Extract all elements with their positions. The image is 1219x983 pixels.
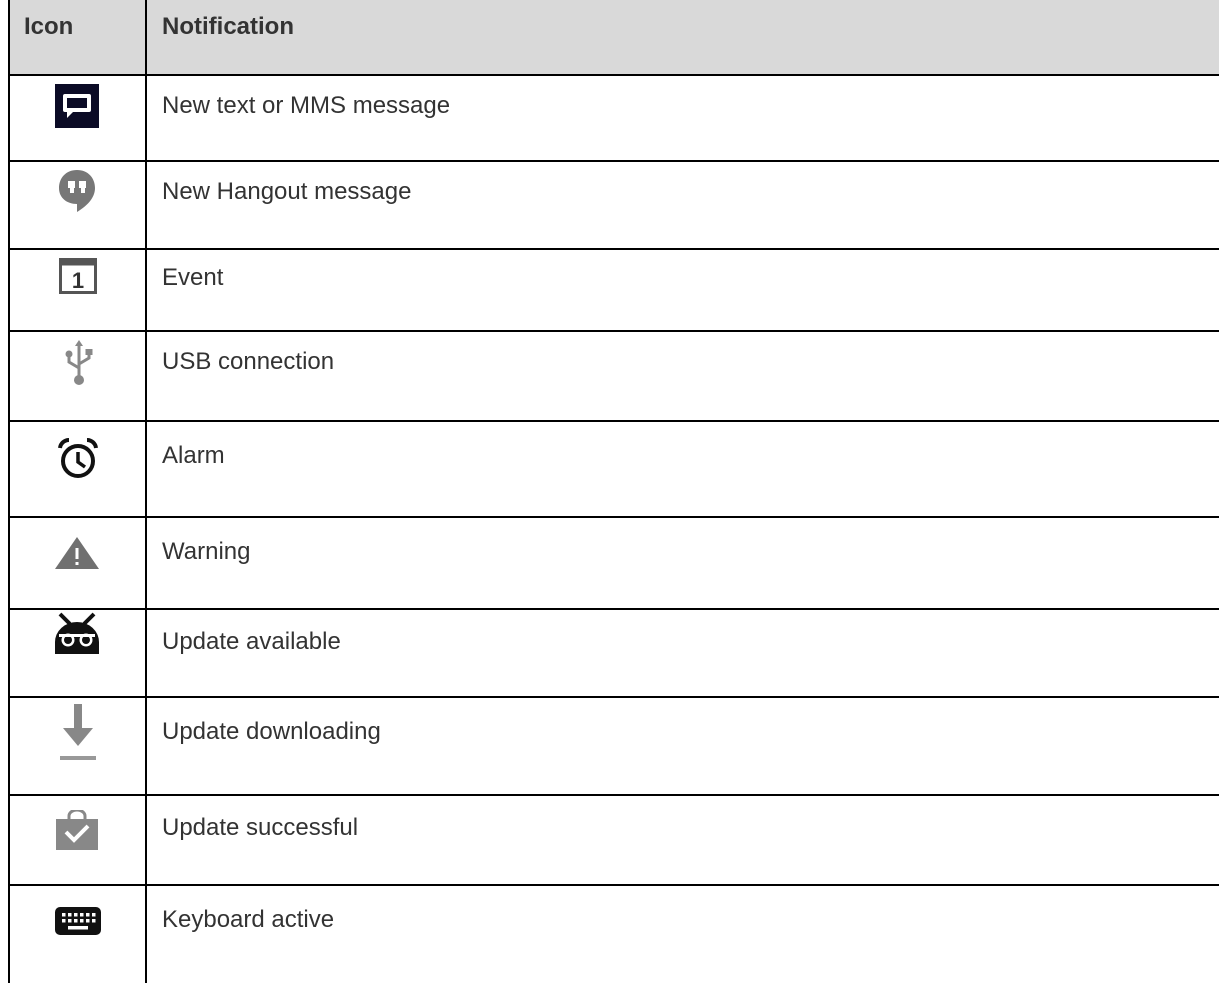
notification-label: USB connection: [162, 348, 335, 375]
icon-cell: [10, 332, 145, 420]
android-update-icon: [55, 612, 99, 654]
icon-cell: [10, 796, 145, 884]
notification-label: Warning: [162, 538, 251, 565]
table-row: New Hangout message: [10, 162, 1219, 250]
usb-icon: [65, 340, 93, 385]
notification-label: Alarm: [162, 442, 225, 469]
notification-icons-table: Icon Notification New text or MMS messag…: [8, 0, 1219, 983]
hangouts-icon: [59, 170, 95, 212]
notification-label: New text or MMS message: [162, 92, 451, 119]
icon-column-header: Icon: [24, 13, 74, 40]
icon-cell: [10, 698, 145, 794]
column-divider: [145, 0, 147, 983]
download-icon: [60, 704, 96, 760]
notification-label: Update successful: [162, 814, 359, 841]
calendar-digit: 1: [72, 268, 84, 293]
table-row: Update successful: [10, 796, 1219, 886]
alarm-clock-icon: [58, 438, 98, 478]
notification-label: Event: [162, 264, 224, 291]
table-row: Alarm: [10, 422, 1219, 518]
notification-label: Keyboard active: [162, 906, 335, 933]
notification-label: Update downloading: [162, 718, 381, 745]
table-header-row: Icon Notification: [10, 0, 1219, 76]
update-success-icon: [56, 810, 98, 850]
icon-cell: [10, 422, 145, 516]
table-row: Update downloading: [10, 698, 1219, 796]
table-row: 1 Event: [10, 250, 1219, 332]
notification-label: Update available: [162, 628, 341, 655]
calendar-icon: 1: [59, 258, 97, 294]
keyboard-icon: [55, 907, 101, 935]
warning-icon: [55, 537, 99, 569]
icon-cell: [10, 518, 145, 608]
icon-cell: [10, 610, 145, 696]
icon-cell: [10, 76, 145, 160]
notification-column-header: Notification: [162, 13, 294, 40]
table-row: Update available: [10, 610, 1219, 698]
icon-cell: [10, 886, 145, 983]
message-icon: [55, 84, 99, 128]
icon-cell: [10, 162, 145, 248]
table-row: Warning: [10, 518, 1219, 610]
icon-cell: 1: [10, 250, 145, 330]
table-row: New text or MMS message: [10, 76, 1219, 162]
table-row: USB connection: [10, 332, 1219, 422]
notification-label: New Hangout message: [162, 178, 412, 205]
table-row: Keyboard active: [10, 886, 1219, 983]
